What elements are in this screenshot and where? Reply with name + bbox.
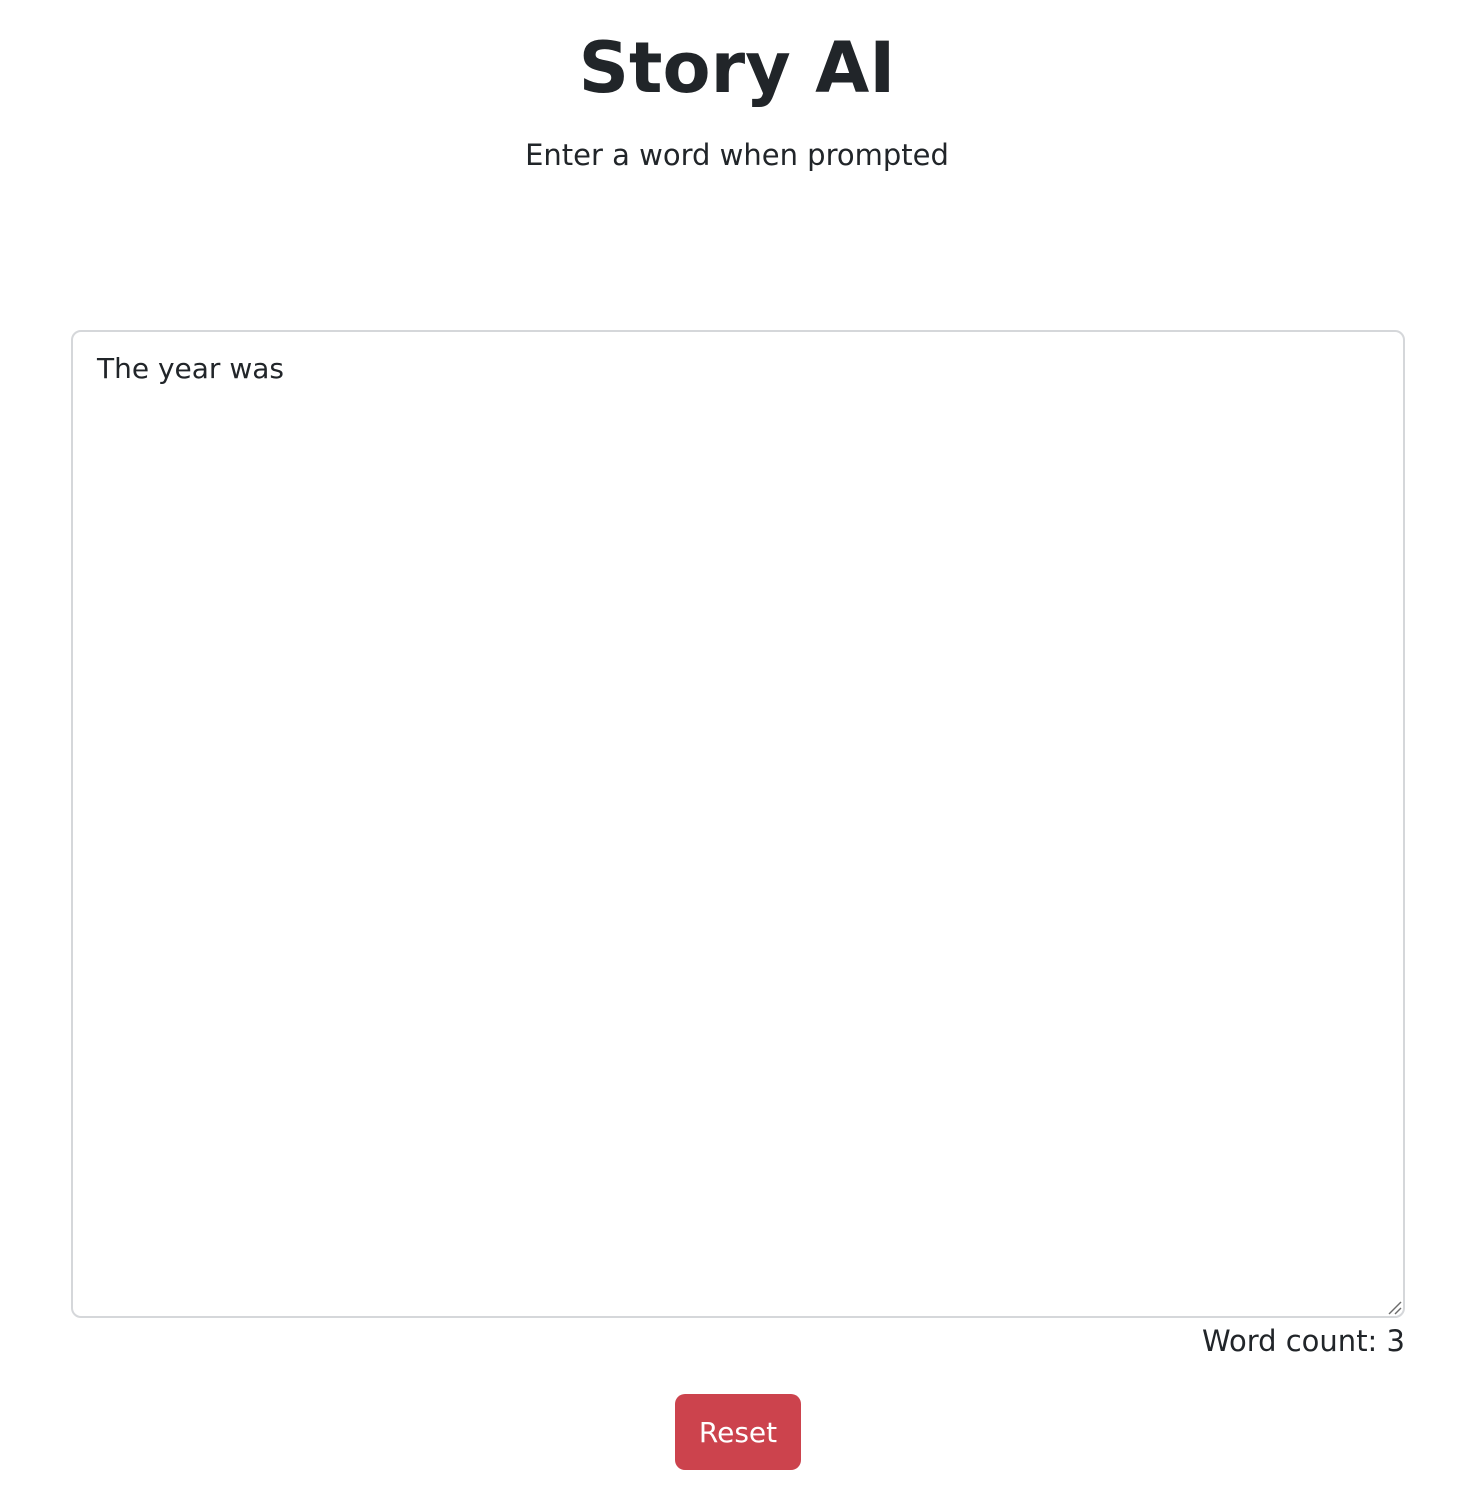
story-textarea[interactable]: The year was [71,330,1405,1318]
word-count: Word count: 3 [1201,1324,1405,1358]
page-title: Story AI [578,27,896,109]
story-ai-page: Story AI Enter a word when prompted The … [0,0,1474,1500]
resize-handle-icon[interactable] [1386,1299,1402,1315]
reset-button[interactable]: Reset [675,1394,801,1470]
page-subtitle: Enter a word when prompted [525,138,949,172]
